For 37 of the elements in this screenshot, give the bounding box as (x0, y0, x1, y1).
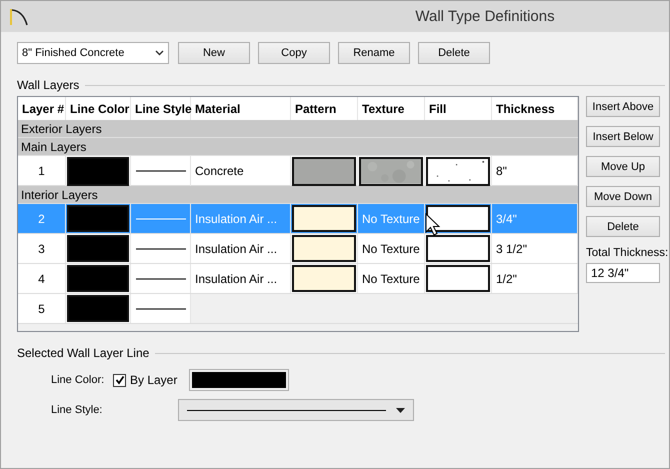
layer-row[interactable]: 4 Insulation Air ... No Texture 1/2" (18, 264, 578, 294)
group-label: Selected Wall Layer Line (17, 346, 150, 360)
thickness-cell: 1/2" (492, 264, 578, 293)
window-title: Wall Type Definitions (414, 8, 556, 25)
group-label: Wall Layers (17, 78, 80, 92)
total-thickness-label: Total Thickness: (586, 247, 668, 259)
layer-button[interactable]: Move Up (586, 156, 660, 177)
layer-row[interactable]: 1 Concrete 8" (18, 156, 578, 186)
by-layer-label: By Layer (130, 373, 178, 387)
layer-number: 4 (18, 264, 66, 293)
material-cell: Insulation Air ... (191, 204, 291, 233)
toolbar-button[interactable]: Copy (258, 42, 330, 64)
toolbar-button[interactable]: New (178, 42, 250, 64)
group-row: Exterior Layers (18, 120, 578, 138)
layer-row[interactable]: 3 Insulation Air ... No Texture 3 1/2" (18, 234, 578, 264)
layer-button[interactable]: Insert Above (586, 96, 660, 117)
layer-number: 2 (18, 204, 66, 233)
table-cell: No Texture (358, 264, 425, 293)
layer-number: 5 (18, 294, 66, 323)
group-row: Main Layers (18, 138, 578, 156)
layer-button[interactable]: Move Down (586, 186, 660, 207)
line-style-label: Line Style: (51, 404, 104, 416)
table-cell: No Texture (358, 234, 425, 263)
wall-type-dropdown[interactable]: 8" Finished Concrete (17, 42, 169, 64)
material-cell: Insulation Air ... (191, 234, 291, 263)
layer-row[interactable]: 5 (18, 294, 578, 324)
thickness-cell: 3/4" (492, 204, 578, 233)
group-row: Interior Layers (18, 186, 578, 204)
thickness-cell: 3 1/2" (492, 234, 578, 263)
line-color-label: Line Color: (51, 374, 106, 386)
toolbar-button[interactable]: Rename (338, 42, 410, 64)
toolbar-button[interactable]: Delete (418, 42, 490, 64)
layer-button[interactable]: Insert Below (586, 126, 660, 147)
total-thickness-field[interactable]: 12 3/4" (586, 263, 660, 283)
layer-button[interactable]: Delete (586, 216, 660, 237)
layer-number: 3 (18, 234, 66, 263)
material-cell: Insulation Air ... (191, 264, 291, 293)
